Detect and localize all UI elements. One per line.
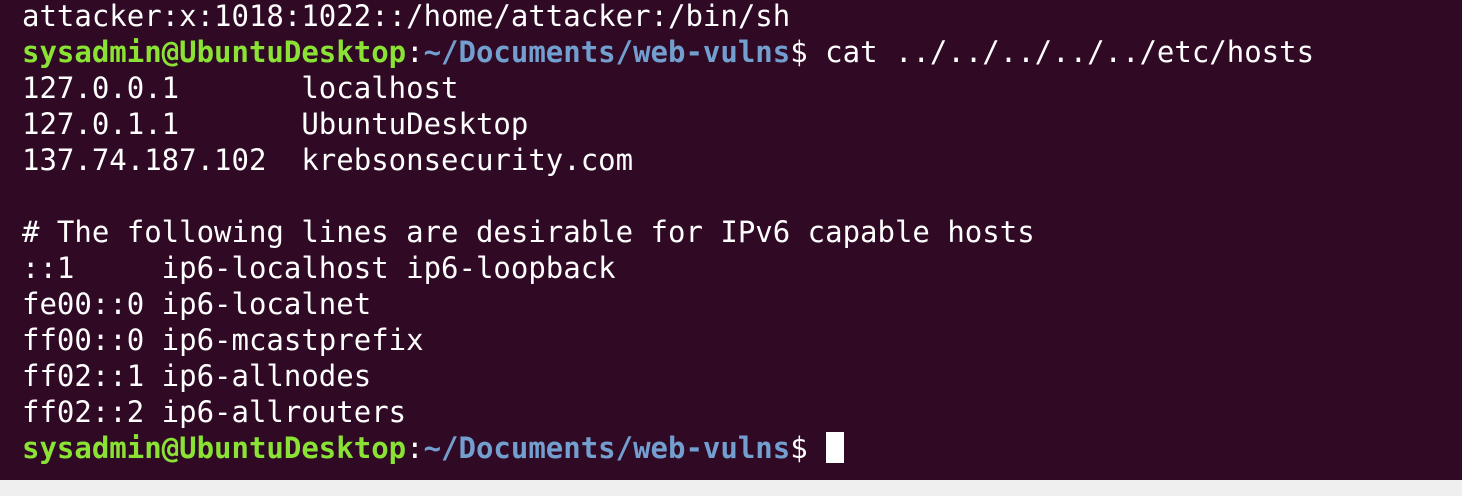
output-line-passwd-entry: attacker:x:1018:1022::/home/attacker:/bi… <box>22 0 791 33</box>
window-bottom-strip <box>0 480 1462 496</box>
hosts-line: ff02::1 ip6-allnodes <box>22 359 372 393</box>
prompt-line-command: sysadmin@UbuntuDesktop:~/Documents/web-v… <box>22 34 1314 70</box>
prompt-symbol: $ <box>790 431 808 465</box>
hosts-line: 127.0.0.1 localhost <box>22 71 459 105</box>
hosts-line: ff02::2 ip6-allrouters <box>22 395 407 429</box>
hosts-comment-line: # The following lines are desirable for … <box>22 215 1035 249</box>
screenshot: attacker:x:1018:1022::/home/attacker:/bi… <box>0 0 1462 496</box>
prompt-path: ~/Documents/web-vulns <box>423 431 791 465</box>
terminal-window[interactable]: attacker:x:1018:1022::/home/attacker:/bi… <box>0 0 1462 480</box>
prompt-user-host: sysadmin@UbuntuDesktop <box>22 35 407 69</box>
terminal-output[interactable]: attacker:x:1018:1022::/home/attacker:/bi… <box>22 0 1462 480</box>
hosts-line: fe00::0 ip6-localnet <box>22 287 372 321</box>
prompt-colon: : <box>406 35 424 69</box>
hosts-line: ff00::0 ip6-mcastprefix <box>22 323 424 357</box>
prompt-colon: : <box>406 431 424 465</box>
hosts-line: 137.74.187.102 krebsonsecurity.com <box>22 143 634 177</box>
hosts-line: ::1 ip6-localhost ip6-loopback <box>22 251 616 285</box>
text-cursor[interactable] <box>825 432 844 463</box>
hosts-line: 127.0.1.1 UbuntuDesktop <box>22 107 529 141</box>
prompt-line-current[interactable]: sysadmin@UbuntuDesktop:~/Documents/web-v… <box>22 430 844 466</box>
entered-command: cat ../../../../../etc/hosts <box>825 35 1315 69</box>
prompt-user-host: sysadmin@UbuntuDesktop <box>22 431 407 465</box>
prompt-symbol: $ <box>790 35 808 69</box>
prompt-path: ~/Documents/web-vulns <box>423 35 791 69</box>
